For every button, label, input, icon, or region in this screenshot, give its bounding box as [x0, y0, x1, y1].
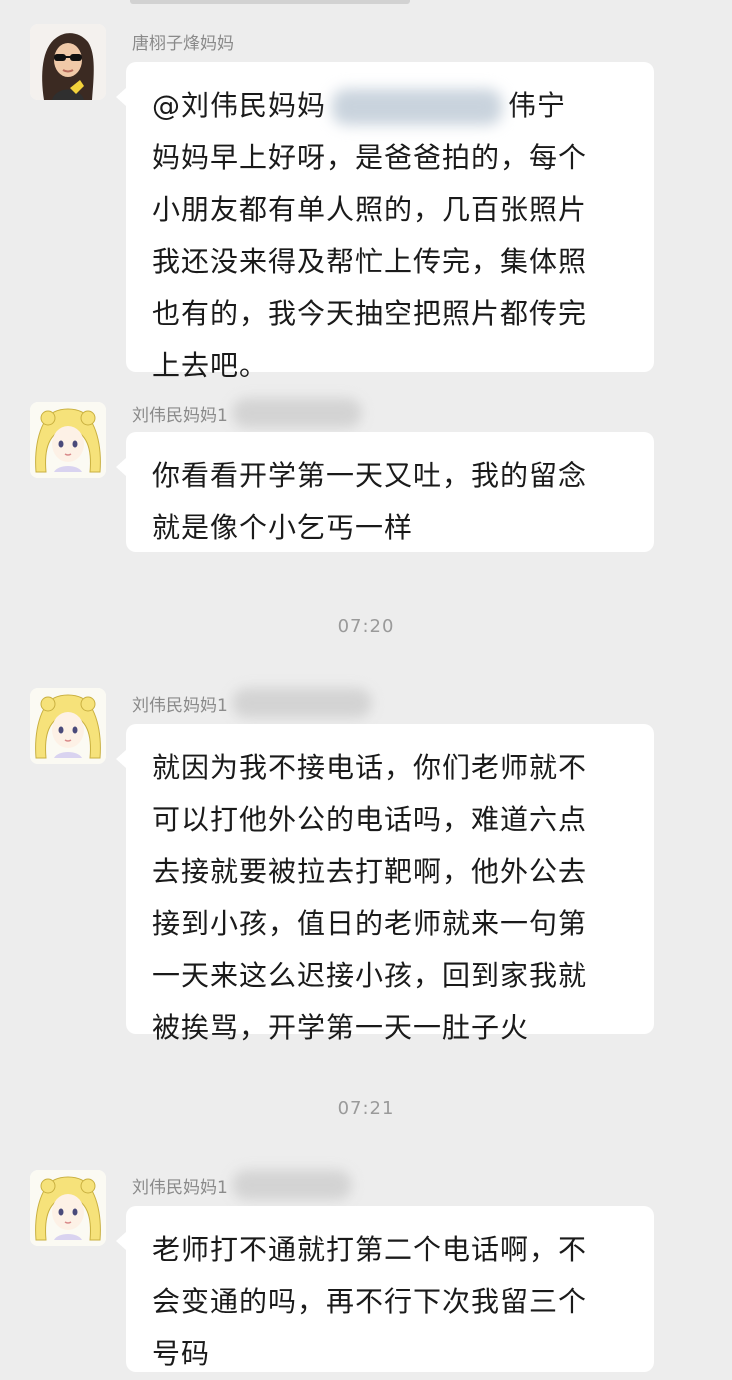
- chat-window: 唐栩子烽妈妈 @刘伟民妈妈 伟宁 妈妈早上好呀，是爸爸拍的，每个 小朋友都有单人照…: [0, 0, 732, 1373]
- timestamp: 07:21: [337, 1098, 395, 1119]
- message-line: 接到小孩，值日的老师就来一句第: [152, 907, 588, 940]
- message-line: 去接就要被拉去打靶啊，他外公去: [152, 855, 588, 888]
- message-line: 老师打不通就打第二个电话啊，不: [152, 1233, 588, 1266]
- sender-name: 刘伟民妈妈1: [132, 1177, 228, 1198]
- blurred-redaction: [332, 89, 503, 125]
- sender-name: 唐栩子烽妈妈: [132, 33, 234, 54]
- message-line: 也有的，我今天抽空把照片都传完: [152, 297, 588, 330]
- message-line: 就是像个小乞丐一样: [152, 511, 414, 544]
- sender-name: 刘伟民妈妈1: [132, 405, 228, 426]
- message-line: 你看看开学第一天又吐，我的留念: [152, 459, 588, 492]
- sender-name: 刘伟民妈妈1: [132, 695, 228, 716]
- mention-text[interactable]: @刘伟民妈妈: [152, 89, 326, 122]
- message-line: 可以打他外公的电话吗，难道六点: [152, 803, 588, 836]
- message-line: 会变通的吗，再不行下次我留三个: [152, 1285, 588, 1318]
- message-line: 小朋友都有单人照的，几百张照片: [152, 193, 588, 226]
- message-line: 被挨骂，开学第一天一肚子火: [152, 1011, 530, 1044]
- message-bubble[interactable]: 你看看开学第一天又吐，我的留念 就是像个小乞丐一样: [116, 432, 654, 552]
- message-line: 妈妈早上好呀，是爸爸拍的，每个: [152, 141, 588, 174]
- message-line: 号码: [152, 1337, 211, 1370]
- anime-girl-avatar[interactable]: [30, 688, 106, 764]
- message-line: 上去吧。: [152, 349, 269, 382]
- message-line: 我还没来得及帮忙上传完，集体照: [152, 245, 588, 278]
- message-line: 就因为我不接电话，你们老师就不: [152, 751, 588, 784]
- anime-girl-avatar[interactable]: [30, 402, 106, 478]
- message-line: 一天来这么迟接小孩，回到家我就: [152, 959, 588, 992]
- blurred-redaction: [231, 398, 362, 428]
- anime-girl-avatar[interactable]: [30, 1170, 106, 1246]
- message-bubble[interactable]: 老师打不通就打第二个电话啊，不 会变通的吗，再不行下次我留三个 号码: [116, 1206, 654, 1372]
- message-line: 伟宁: [508, 89, 567, 122]
- blurred-redaction: [231, 1170, 352, 1200]
- previous-message-edge: [130, 0, 410, 4]
- message-bubble[interactable]: 就因为我不接电话，你们老师就不 可以打他外公的电话吗，难道六点 去接就要被拉去打…: [116, 724, 654, 1044]
- timestamp: 07:20: [337, 616, 395, 637]
- woman-sunglasses-avatar[interactable]: [30, 24, 106, 100]
- message-bubble[interactable]: @刘伟民妈妈 伟宁 妈妈早上好呀，是爸爸拍的，每个 小朋友都有单人照的，几百张照片…: [116, 62, 654, 382]
- blurred-redaction: [231, 688, 372, 718]
